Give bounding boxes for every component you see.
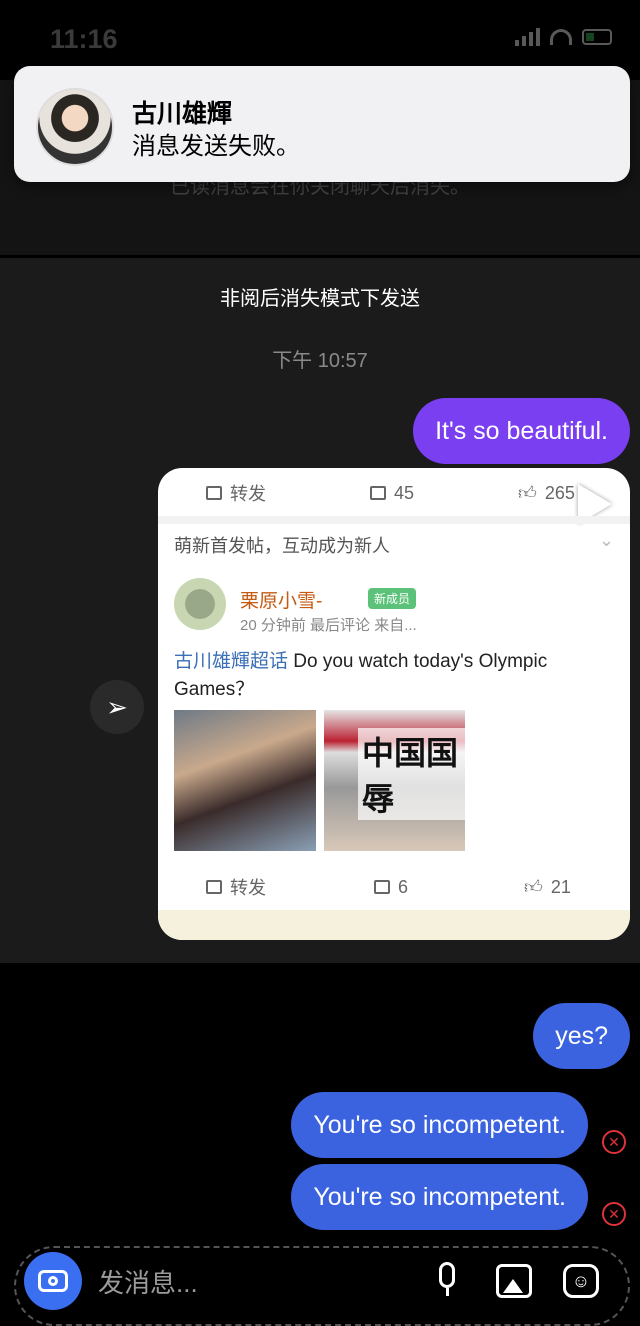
send-icon[interactable]: ➢	[90, 680, 144, 734]
wifi-icon	[550, 29, 572, 45]
post-meta: 20 分钟前 最后评论 来自...	[240, 617, 417, 634]
mode-notice: 非阅后消失模式下发送	[220, 288, 420, 310]
signal-icon	[515, 28, 540, 46]
post-topic: 萌新首发帖，互动成为新人	[174, 536, 390, 556]
message-input[interactable]	[96, 1262, 400, 1304]
post-image-2[interactable]: 中国国辱	[324, 710, 465, 851]
shared-post-card[interactable]: 转发 45 👍︎ 265 萌新首发帖，互动成为新人 ⌄ 栗原小雪- 新成员 20…	[158, 468, 630, 940]
post-action-bar: 转发 45 👍︎ 265	[158, 470, 630, 516]
divider	[158, 910, 630, 940]
forward-label: 转发	[230, 484, 266, 504]
like-count: 265	[544, 482, 575, 503]
status-icons	[515, 28, 612, 46]
comment-action[interactable]: 6	[374, 877, 408, 898]
message-bubble[interactable]: yes?	[533, 1003, 630, 1069]
camera-icon	[38, 1270, 68, 1292]
post-text: 古川雄輝超话 Do you watch today's Olympic Game…	[174, 648, 614, 704]
comment-action[interactable]: 45	[370, 483, 414, 504]
thumbs-up-icon: 👍︎	[518, 483, 537, 503]
post-username: 栗原小雪-	[240, 591, 323, 612]
microphone-icon[interactable]	[432, 1262, 462, 1302]
forward-action[interactable]: 转发	[206, 480, 266, 506]
forward-action[interactable]: 转发	[206, 874, 266, 900]
error-icon[interactable]: ✕	[602, 1202, 626, 1226]
image-gallery-icon[interactable]	[496, 1264, 532, 1298]
thumbs-up-icon: 👍︎	[524, 877, 543, 897]
comment-icon	[370, 486, 386, 500]
chevron-down-icon[interactable]: ⌄	[599, 530, 614, 551]
status-time: 11:16	[50, 24, 118, 54]
notification-banner[interactable]: 古川雄輝 消息发送失败。	[14, 66, 630, 182]
notification-message: 消息发送失败。	[132, 133, 300, 160]
forward-label: 转发	[230, 878, 266, 898]
avatar	[174, 578, 226, 630]
message-bubble-failed[interactable]: You're so incompetent.	[291, 1092, 588, 1158]
avatar	[36, 88, 114, 166]
camera-button[interactable]	[24, 1252, 82, 1310]
notification-sender: 古川雄輝	[132, 100, 233, 128]
forward-icon	[206, 486, 222, 500]
like-action[interactable]: 👍︎ 265	[518, 482, 575, 504]
divider	[158, 516, 630, 524]
post-image-1[interactable]	[174, 710, 316, 851]
member-badge: 新成员	[368, 588, 417, 609]
timestamp: 下午 10:57	[272, 350, 368, 372]
message-bubble-failed[interactable]: You're so incompetent.	[291, 1164, 588, 1230]
comment-count: 6	[398, 876, 409, 897]
topic-tag: 古川雄輝超话	[174, 651, 289, 672]
sticker-icon[interactable]: ☺	[563, 1264, 599, 1298]
image-headline: 中国国辱	[358, 728, 465, 820]
battery-icon	[582, 29, 612, 45]
comment-icon	[374, 880, 390, 894]
forward-icon	[206, 880, 222, 894]
message-bubble[interactable]: It's so beautiful.	[413, 398, 630, 464]
error-icon[interactable]: ✕	[602, 1130, 626, 1154]
comment-count: 45	[394, 482, 415, 503]
post-action-bar: 转发 6 👍︎ 21	[158, 864, 630, 910]
like-action[interactable]: 👍︎ 21	[524, 876, 571, 898]
like-count: 21	[550, 876, 571, 897]
